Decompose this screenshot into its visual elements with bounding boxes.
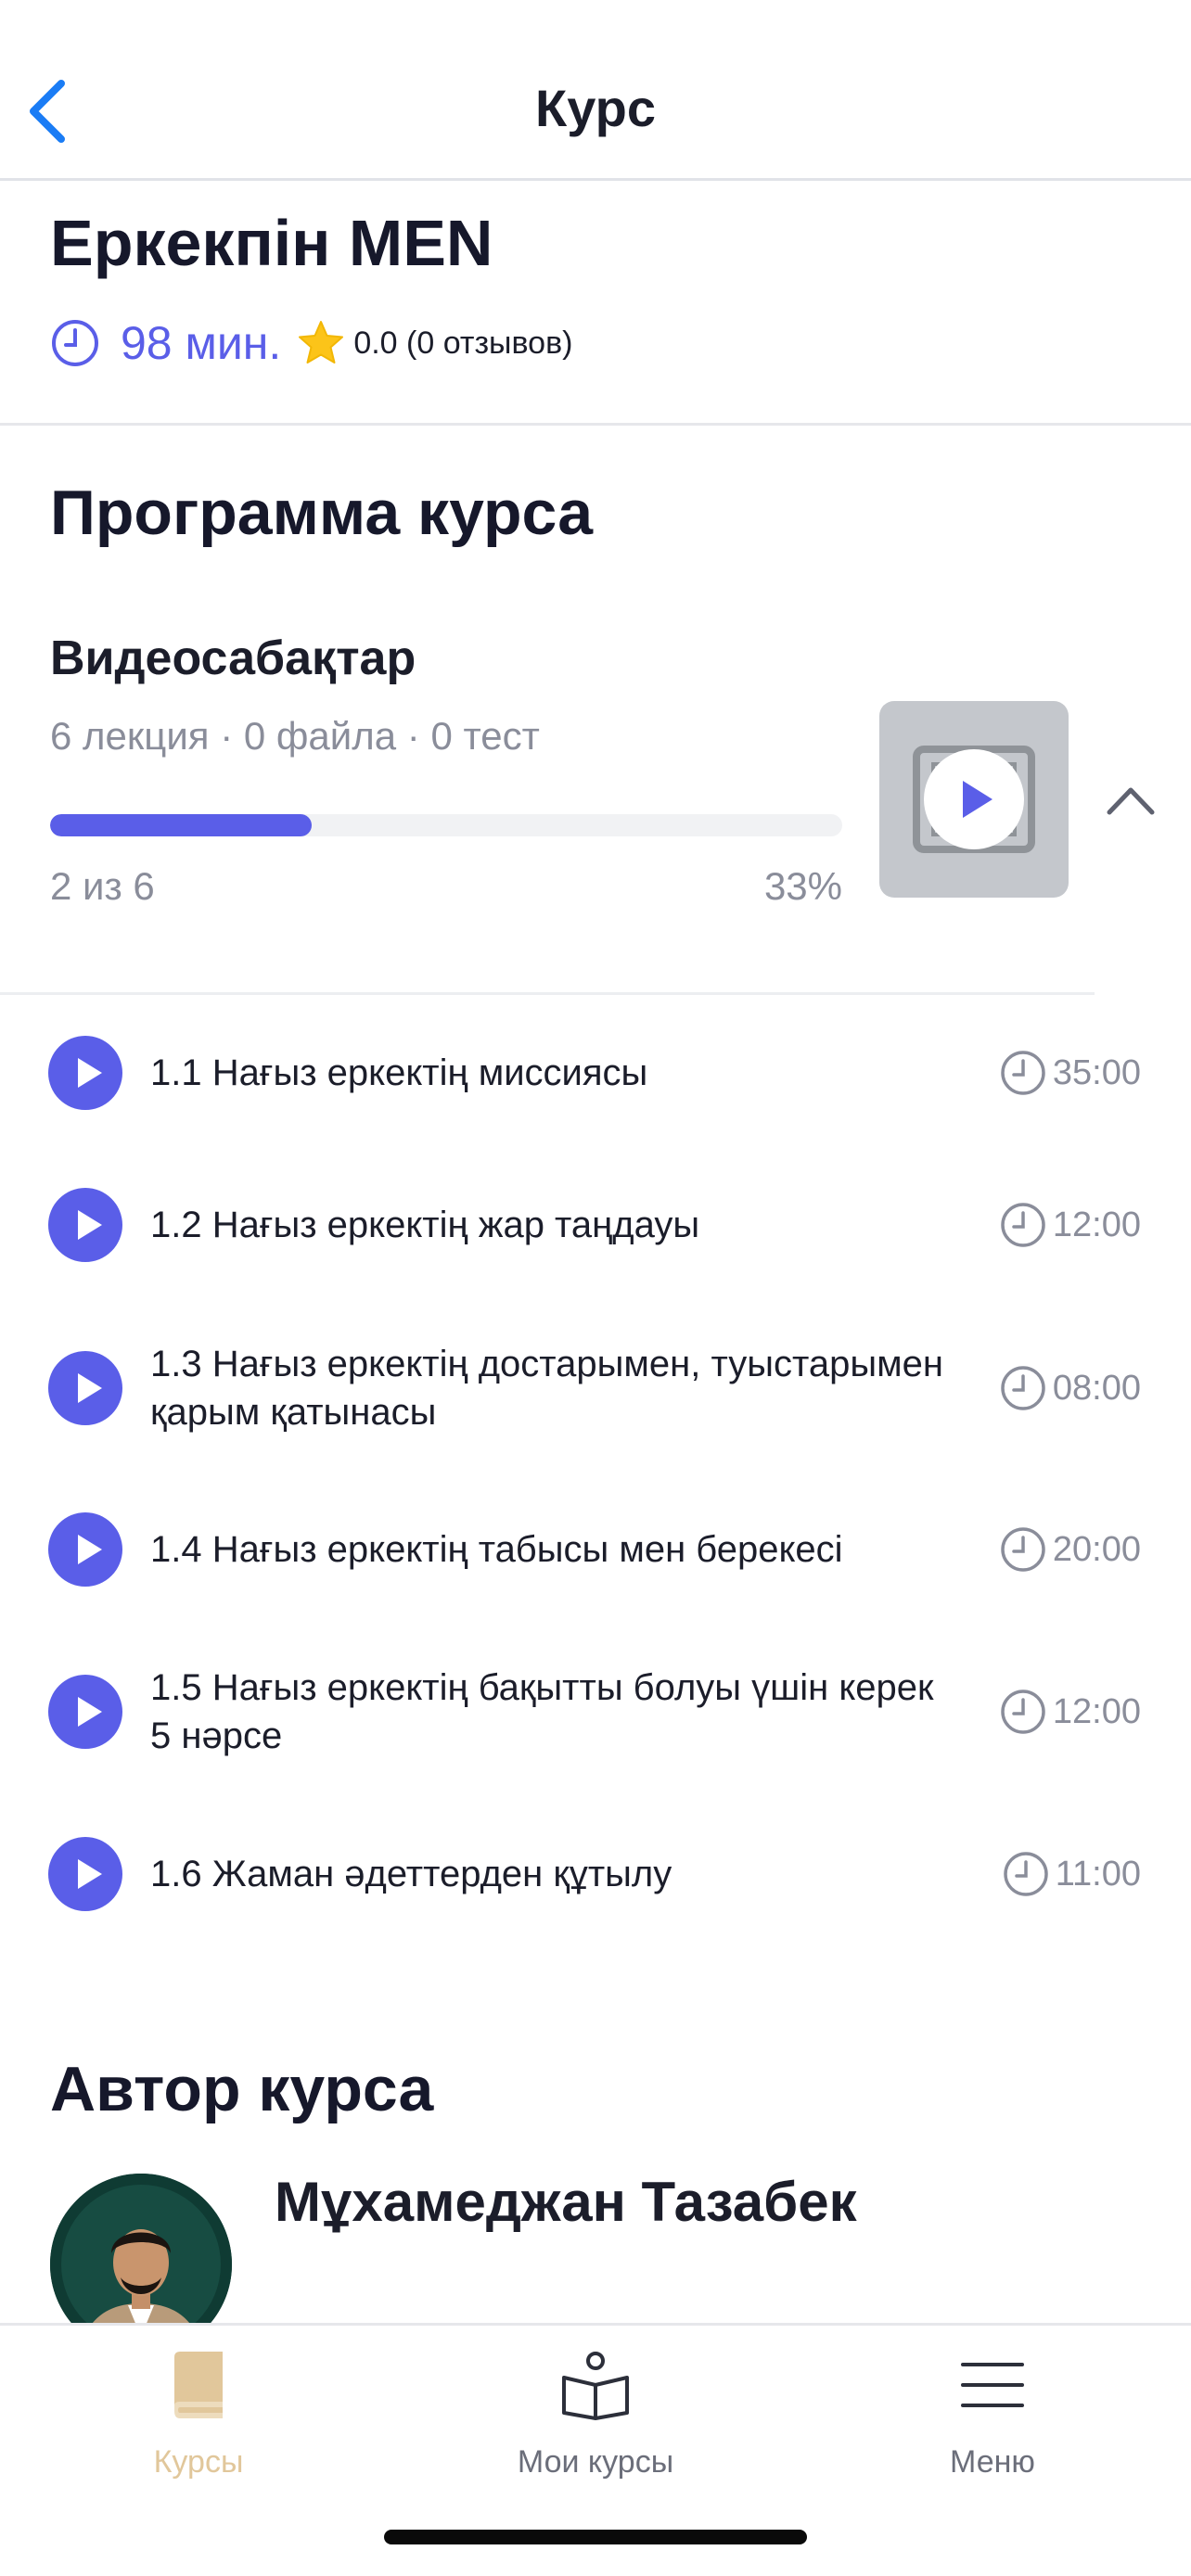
course-duration: 98 мин. (121, 317, 282, 369)
lesson-title: 1.6 Жаман әдеттерден құтылу (150, 1854, 672, 1894)
hamburger-icon (961, 2363, 1024, 2407)
divider (0, 992, 1095, 995)
tab-my-courses-label: Мои курсы (517, 2444, 674, 2480)
lesson-title: 1.5 Нағыз еркектің бақытты болуы үшін ке… (150, 1667, 934, 1756)
tab-courses-label: Курсы (153, 2444, 244, 2480)
lesson-item[interactable]: 1.6 Жаман әдеттерден құтылу 11:00 (0, 1804, 1191, 1944)
lesson-title: 1.3 Нағыз еркектің достарымен, туыстарым… (150, 1344, 943, 1433)
tab-my-courses[interactable]: Мои курсы (456, 2326, 735, 2493)
clock-icon (1001, 1690, 1045, 1734)
lesson-duration: 08:00 (999, 1319, 1141, 1458)
clock-icon (1001, 1051, 1045, 1095)
video-placeholder-icon (913, 746, 1035, 853)
lesson-duration-text: 12:00 (1052, 1205, 1141, 1244)
lesson-duration: 35:00 (999, 1003, 1141, 1142)
clock-icon (1001, 1366, 1045, 1410)
progress-count: 2 из 6 (50, 864, 155, 908)
clock-icon (1001, 1203, 1045, 1247)
course-rating: 0.0 (0 отзывов) (353, 325, 573, 361)
tab-courses[interactable]: Курсы (59, 2326, 338, 2493)
progress-percent: 33% (763, 864, 842, 908)
collapse-button[interactable] (1102, 772, 1159, 829)
clock-icon (1001, 1527, 1045, 1572)
clock-icon (52, 320, 98, 366)
lesson-title: 1.2 Нағыз еркектің жар таңдауы (150, 1205, 700, 1245)
lesson-item[interactable]: 1.1 Нағыз еркектің миссиясы 35:00 (0, 1003, 1191, 1142)
module-title: Видеосабақтар (50, 631, 416, 685)
play-circle-icon (48, 1512, 122, 1587)
lesson-duration: 12:00 (999, 1642, 1141, 1781)
lesson-item[interactable]: 1.2 Нағыз еркектің жар таңдауы 12:00 (0, 1155, 1191, 1294)
tab-menu[interactable]: Меню (853, 2326, 1132, 2493)
progress-bar-fill (50, 814, 312, 836)
lesson-duration-text: 12:00 (1052, 1691, 1141, 1731)
lesson-duration-text: 11:00 (1055, 1854, 1141, 1894)
nav-header: Курс (0, 0, 1191, 181)
course-meta: 98 мин. 0.0 (0 отзывов) (50, 313, 572, 373)
lesson-duration: 11:00 (1002, 1804, 1141, 1944)
lesson-item[interactable]: 1.5 Нағыз еркектің бақытты болуы үшін ке… (0, 1642, 1191, 1781)
author-name[interactable]: Мұхамеджан Тазабек (275, 2170, 857, 2234)
lesson-duration: 20:00 (999, 1480, 1141, 1619)
chevron-up-icon (1107, 787, 1155, 815)
author-section-title: Автор курса (50, 2054, 434, 2124)
page-title: Курс (535, 79, 656, 137)
program-section-title: Программа курса (50, 478, 594, 548)
progress-bar (50, 814, 842, 836)
lesson-duration-text: 08:00 (1052, 1368, 1141, 1408)
lesson-item[interactable]: 1.4 Нағыз еркектің табысы мен берекесі 2… (0, 1480, 1191, 1619)
divider (0, 423, 1191, 426)
play-circle-icon (48, 1351, 122, 1425)
lesson-duration-text: 35:00 (1052, 1052, 1141, 1092)
video-thumbnail[interactable] (879, 701, 1069, 898)
home-indicator[interactable] (384, 2530, 807, 2544)
lesson-title: 1.1 Нағыз еркектің миссиясы (150, 1052, 648, 1093)
play-circle-icon (48, 1188, 122, 1262)
play-circle-icon (48, 1036, 122, 1110)
play-circle-icon (48, 1675, 122, 1749)
star-icon (299, 321, 344, 363)
lesson-item[interactable]: 1.3 Нағыз еркектің достарымен, туыстарым… (0, 1319, 1191, 1458)
tab-menu-label: Меню (950, 2444, 1035, 2480)
lesson-title: 1.4 Нағыз еркектің табысы мен берекесі (150, 1529, 843, 1570)
book-icon (174, 2352, 223, 2418)
lesson-duration-text: 20:00 (1052, 1529, 1141, 1569)
module-meta: 6 лекция · 0 файла · 0 тест (50, 714, 540, 758)
reading-person-icon (562, 2352, 629, 2420)
lesson-duration: 12:00 (999, 1155, 1141, 1294)
play-circle-icon (48, 1837, 122, 1911)
clock-icon (1003, 1852, 1048, 1896)
course-title: Еркекпін MEN (50, 207, 493, 279)
